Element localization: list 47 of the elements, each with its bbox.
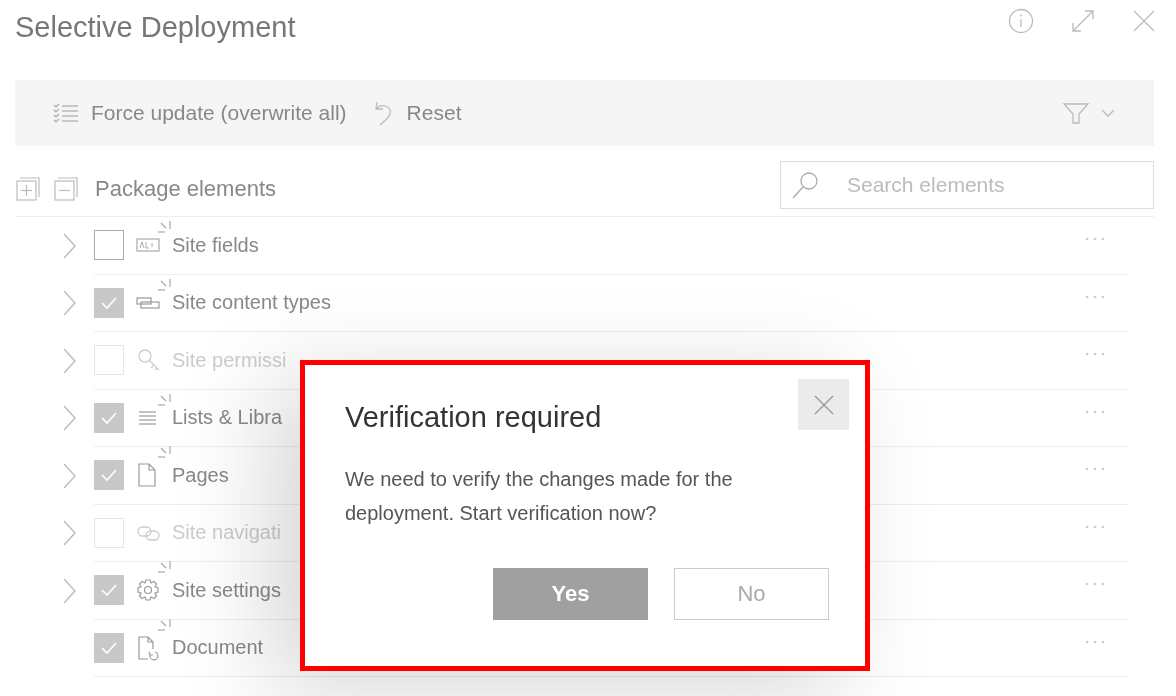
chevron-icon[interactable]: [62, 290, 76, 317]
more-icon[interactable]: [1084, 408, 1106, 415]
more-icon[interactable]: [1084, 236, 1106, 243]
toolbar-button[interactable]: Force update (overwrite all): [53, 101, 347, 125]
dialog-message: We need to verify the changes made for the deployment. Start verification now?: [345, 467, 734, 526]
checkbox[interactable]: [94, 632, 124, 663]
more-icon[interactable]: [1084, 293, 1106, 300]
checklist-icon: [53, 103, 79, 123]
close-button[interactable]: [798, 379, 849, 430]
search-field[interactable]: Search elements: [780, 161, 1154, 209]
more-icon[interactable]: [1084, 581, 1106, 588]
checkbox[interactable]: [94, 460, 124, 491]
filter-icon: [1062, 101, 1114, 125]
expand-all-icon[interactable]: [15, 176, 41, 202]
element-label: Document: [172, 636, 264, 660]
element-label: Lists & Libra: [172, 406, 283, 430]
more-icon[interactable]: [1084, 638, 1106, 645]
checkbox[interactable]: [94, 230, 124, 261]
section-title: Package elements: [95, 176, 276, 202]
close-icon[interactable]: [1132, 9, 1156, 33]
chevron-icon[interactable]: [62, 405, 76, 432]
element-label: Site fields: [172, 233, 259, 257]
cancel-button[interactable]: No: [674, 568, 829, 620]
element-label: Site content types: [172, 291, 331, 315]
chevron-icon[interactable]: [62, 232, 76, 259]
element-label: Site settings: [172, 578, 281, 602]
gear-icon: [136, 577, 162, 604]
confirm-button[interactable]: Yes: [493, 568, 648, 620]
collapse-all-icon[interactable]: [53, 176, 79, 202]
stacked-rectangles-icon: [136, 294, 162, 311]
window-title: Selective Deployment: [15, 11, 297, 44]
checkbox[interactable]: [94, 402, 124, 433]
toolbar-button[interactable]: Reset: [372, 100, 462, 126]
expand-icon[interactable]: [1070, 8, 1096, 34]
filter-button[interactable]: [1062, 101, 1114, 125]
checkmark-icon: [99, 582, 119, 599]
chevron-icon[interactable]: [62, 462, 76, 489]
info-icon[interactable]: [1008, 8, 1034, 34]
dialog-title: Verification required: [345, 401, 602, 434]
chevron-icon[interactable]: [62, 577, 76, 604]
checkmark-icon: [99, 467, 119, 484]
element-label: Pages: [172, 463, 229, 487]
more-icon[interactable]: [1084, 466, 1106, 473]
checkbox[interactable]: [94, 287, 124, 318]
close-icon: [813, 394, 834, 415]
text-field-icon: [136, 237, 162, 254]
checkbox[interactable]: [94, 575, 124, 606]
